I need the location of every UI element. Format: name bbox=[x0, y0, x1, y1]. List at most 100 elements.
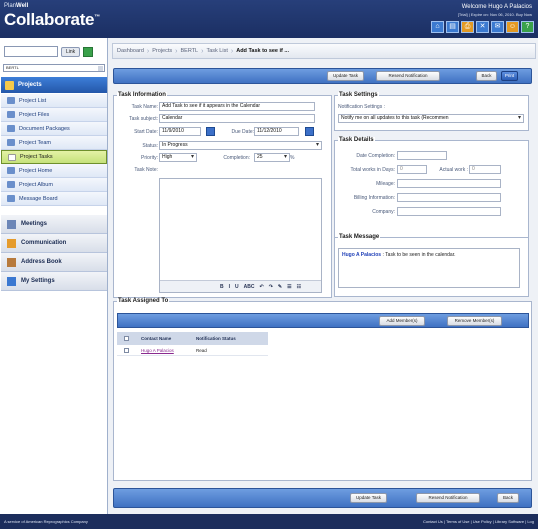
link-button[interactable]: Link bbox=[61, 46, 81, 57]
footer-links[interactable]: Contact Us | Terms of Use | Use Policy |… bbox=[423, 519, 534, 524]
brand-logo[interactable]: Collaborate™ bbox=[4, 10, 100, 30]
panel-title: Task Details bbox=[338, 137, 375, 143]
main-content: Dashboard › Projects › BERTL › Task List… bbox=[108, 38, 538, 514]
sidebar-item-project-files[interactable]: Project Files bbox=[1, 108, 107, 122]
update-task-button-bottom[interactable]: Update Task bbox=[350, 493, 387, 503]
table-header: Contact Name Notification Status bbox=[117, 332, 268, 345]
welcome-text: Welcome Hugo A Palacios bbox=[461, 4, 532, 10]
chevron-right-icon: › bbox=[201, 47, 204, 55]
user-icon[interactable]: ☺ bbox=[506, 21, 519, 33]
calendar-icon[interactable] bbox=[206, 127, 215, 136]
chevron-down-icon bbox=[98, 66, 103, 71]
italic-icon[interactable]: I bbox=[229, 284, 230, 290]
breadcrumb-current: Add Task to see if ... bbox=[236, 48, 289, 54]
mail-icon[interactable]: ✉ bbox=[491, 21, 504, 33]
sidebar-section-meetings[interactable]: Meetings bbox=[1, 215, 107, 234]
print-icon[interactable]: ⎙ bbox=[461, 21, 474, 33]
trial-info[interactable]: [Trial] | Expire on: Nov 06, 2010. Buy N… bbox=[458, 11, 532, 18]
app-header: PlanWell Collaborate™ Welcome Hugo A Pal… bbox=[0, 0, 538, 38]
chevron-right-icon: › bbox=[230, 47, 234, 55]
sidebar-item-project-list[interactable]: Project List bbox=[1, 94, 107, 108]
panel-title: Task Assigned To bbox=[117, 298, 170, 304]
bold-icon[interactable]: B bbox=[220, 284, 224, 290]
bullet-list-icon[interactable]: ☰ bbox=[287, 284, 291, 290]
message-text: : Task to be seen in the calendar. bbox=[381, 252, 456, 258]
underline-icon[interactable]: U bbox=[235, 284, 239, 290]
strikethrough-icon[interactable]: ABC bbox=[244, 284, 255, 290]
breadcrumb-projects[interactable]: Projects bbox=[152, 48, 172, 54]
brand-name: Collaborate bbox=[4, 10, 95, 29]
message-icon bbox=[7, 195, 15, 202]
undo-icon[interactable]: ↶ bbox=[259, 284, 263, 290]
home-icon[interactable]: ⌂ bbox=[431, 21, 444, 33]
start-date-input[interactable]: 11/9/2010 bbox=[159, 127, 201, 136]
sidebar-item-project-album[interactable]: Project Album bbox=[1, 178, 107, 192]
meetings-icon bbox=[7, 219, 16, 229]
print-button[interactable]: Print bbox=[501, 71, 518, 81]
projects-icon bbox=[5, 80, 14, 90]
back-button[interactable]: Back bbox=[476, 71, 497, 81]
breadcrumb-task-list[interactable]: Task List bbox=[206, 48, 227, 54]
help-icon[interactable]: ? bbox=[521, 21, 534, 33]
back-button-bottom[interactable]: Back bbox=[497, 493, 519, 503]
billing-information-input[interactable] bbox=[397, 193, 501, 202]
resend-notification-button[interactable]: Resend Notification bbox=[376, 71, 440, 81]
row-checkbox[interactable] bbox=[124, 347, 129, 353]
status-select[interactable]: In Progress bbox=[159, 141, 322, 150]
task-name-input[interactable]: Add Task to see if it appears in the Cal… bbox=[159, 102, 315, 111]
task-settings-panel: Task Settings Notification Settings : No… bbox=[334, 92, 529, 131]
sidebar-item-label: Project Team bbox=[19, 139, 51, 146]
contact-name-link[interactable]: Hugo A Palacios bbox=[141, 348, 196, 353]
sidebar-section-address-book[interactable]: Address Book bbox=[1, 253, 107, 272]
completion-select[interactable]: 25 bbox=[254, 153, 290, 162]
sidebar-item-project-tasks[interactable]: Project Tasks bbox=[1, 150, 107, 164]
actual-work-label: Actual work : bbox=[439, 167, 468, 173]
redo-icon[interactable]: ↷ bbox=[269, 284, 273, 290]
mileage-input[interactable] bbox=[397, 179, 501, 188]
sidebar-section-projects[interactable]: Projects bbox=[1, 77, 107, 93]
folder-icon[interactable]: ▤ bbox=[446, 21, 459, 33]
update-task-button[interactable]: Update Task bbox=[327, 71, 364, 81]
project-select[interactable]: BERTL bbox=[3, 64, 105, 72]
task-name-label: Task Name: bbox=[131, 104, 158, 110]
refresh-icon[interactable] bbox=[83, 46, 94, 57]
notification-settings-select[interactable]: Notify me on all updates to this task (R… bbox=[338, 114, 524, 123]
panel-title: Task Message bbox=[338, 234, 381, 240]
task-subject-input[interactable]: Calendar bbox=[159, 114, 315, 123]
search-input[interactable] bbox=[4, 46, 58, 57]
sidebar-item-label: Project Files bbox=[19, 111, 50, 118]
remove-member-button[interactable]: Remove Member(s) bbox=[447, 316, 502, 326]
sidebar-section-communication[interactable]: Communication bbox=[1, 234, 107, 253]
task-assigned-panel: Task Assigned To Add Member(s) Remove Me… bbox=[113, 298, 532, 481]
sidebar-item-label: Message Board bbox=[19, 195, 58, 202]
sidebar-item-project-team[interactable]: Project Team bbox=[1, 136, 107, 150]
sidebar-item-document-packages[interactable]: Document Packages bbox=[1, 122, 107, 136]
folder-icon bbox=[7, 111, 15, 118]
sidebar-section-my-settings[interactable]: My Settings bbox=[1, 272, 107, 291]
sidebar-project-menu: Project List Project Files Document Pack… bbox=[1, 94, 107, 206]
numbered-list-icon[interactable]: ☷ bbox=[297, 284, 301, 290]
task-subject-label: Task subject: bbox=[129, 116, 158, 122]
close-icon[interactable]: ✕ bbox=[476, 21, 489, 33]
breadcrumb-project[interactable]: BERTL bbox=[180, 48, 198, 54]
breadcrumb: Dashboard › Projects › BERTL › Task List… bbox=[112, 43, 536, 59]
task-information-panel: Task Information Task Name: Add Task to … bbox=[113, 92, 332, 298]
select-all-checkbox[interactable] bbox=[124, 336, 129, 341]
resend-notification-button-bottom[interactable]: Resend Notification bbox=[416, 493, 480, 503]
sidebar-item-message-board[interactable]: Message Board bbox=[1, 192, 107, 206]
project-select-value: BERTL bbox=[6, 65, 19, 70]
total-works-input[interactable]: 0 bbox=[397, 165, 427, 174]
highlight-icon[interactable]: ✎ bbox=[278, 284, 282, 290]
actual-work-input[interactable]: 0 bbox=[469, 165, 501, 174]
sidebar-item-project-home[interactable]: Project Home bbox=[1, 164, 107, 178]
company-input[interactable] bbox=[397, 207, 501, 216]
column-notification-status[interactable]: Notification Status bbox=[196, 336, 256, 341]
column-contact-name[interactable]: Contact Name bbox=[141, 336, 196, 341]
task-note-editor[interactable]: B I U ABC ↶ ↷ ✎ ☰ ☷ bbox=[159, 178, 322, 293]
due-date-input[interactable]: 11/12/2010 bbox=[254, 127, 299, 136]
breadcrumb-dashboard[interactable]: Dashboard bbox=[117, 48, 144, 54]
priority-select[interactable]: High bbox=[159, 153, 197, 162]
calendar-icon[interactable] bbox=[305, 127, 314, 136]
date-completion-input[interactable] bbox=[397, 151, 447, 160]
add-member-button[interactable]: Add Member(s) bbox=[379, 316, 425, 326]
